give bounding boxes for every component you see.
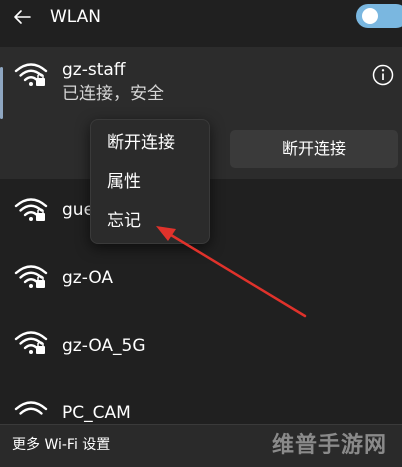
- context-menu: 断开连接 属性 忘记: [90, 119, 210, 244]
- connection-status: 已连接，安全: [62, 84, 164, 104]
- network-ssid: gz-OA_5G: [62, 336, 146, 356]
- page-title: WLAN: [50, 7, 102, 27]
- network-ssid: PC_CAM: [62, 403, 131, 423]
- more-wifi-settings-link[interactable]: 更多 Wi-Fi 设置: [12, 435, 110, 455]
- active-indicator: [0, 67, 3, 119]
- menu-item-disconnect[interactable]: 断开连接: [107, 132, 175, 154]
- menu-item-properties[interactable]: 属性: [107, 171, 141, 193]
- wifi-secured-icon: [14, 265, 48, 288]
- network-ssid-connected: gz-staff: [62, 60, 126, 80]
- header: WLAN: [0, 0, 402, 36]
- footer: 更多 Wi-Fi 设置 维普手游网: [0, 424, 402, 467]
- back-arrow-icon[interactable]: [10, 5, 34, 29]
- menu-item-forget[interactable]: 忘记: [107, 210, 141, 232]
- wifi-secured-icon: [14, 331, 48, 354]
- info-icon[interactable]: [372, 64, 394, 86]
- wlan-toggle[interactable]: [356, 4, 402, 28]
- wifi-secured-icon: [14, 198, 48, 221]
- disconnect-button[interactable]: 断开连接: [230, 130, 398, 168]
- network-ssid: gz-OA: [62, 268, 114, 288]
- watermark: 维普手游网: [272, 433, 388, 458]
- wifi-secured-icon: [14, 63, 48, 86]
- toggle-knob: [362, 8, 378, 24]
